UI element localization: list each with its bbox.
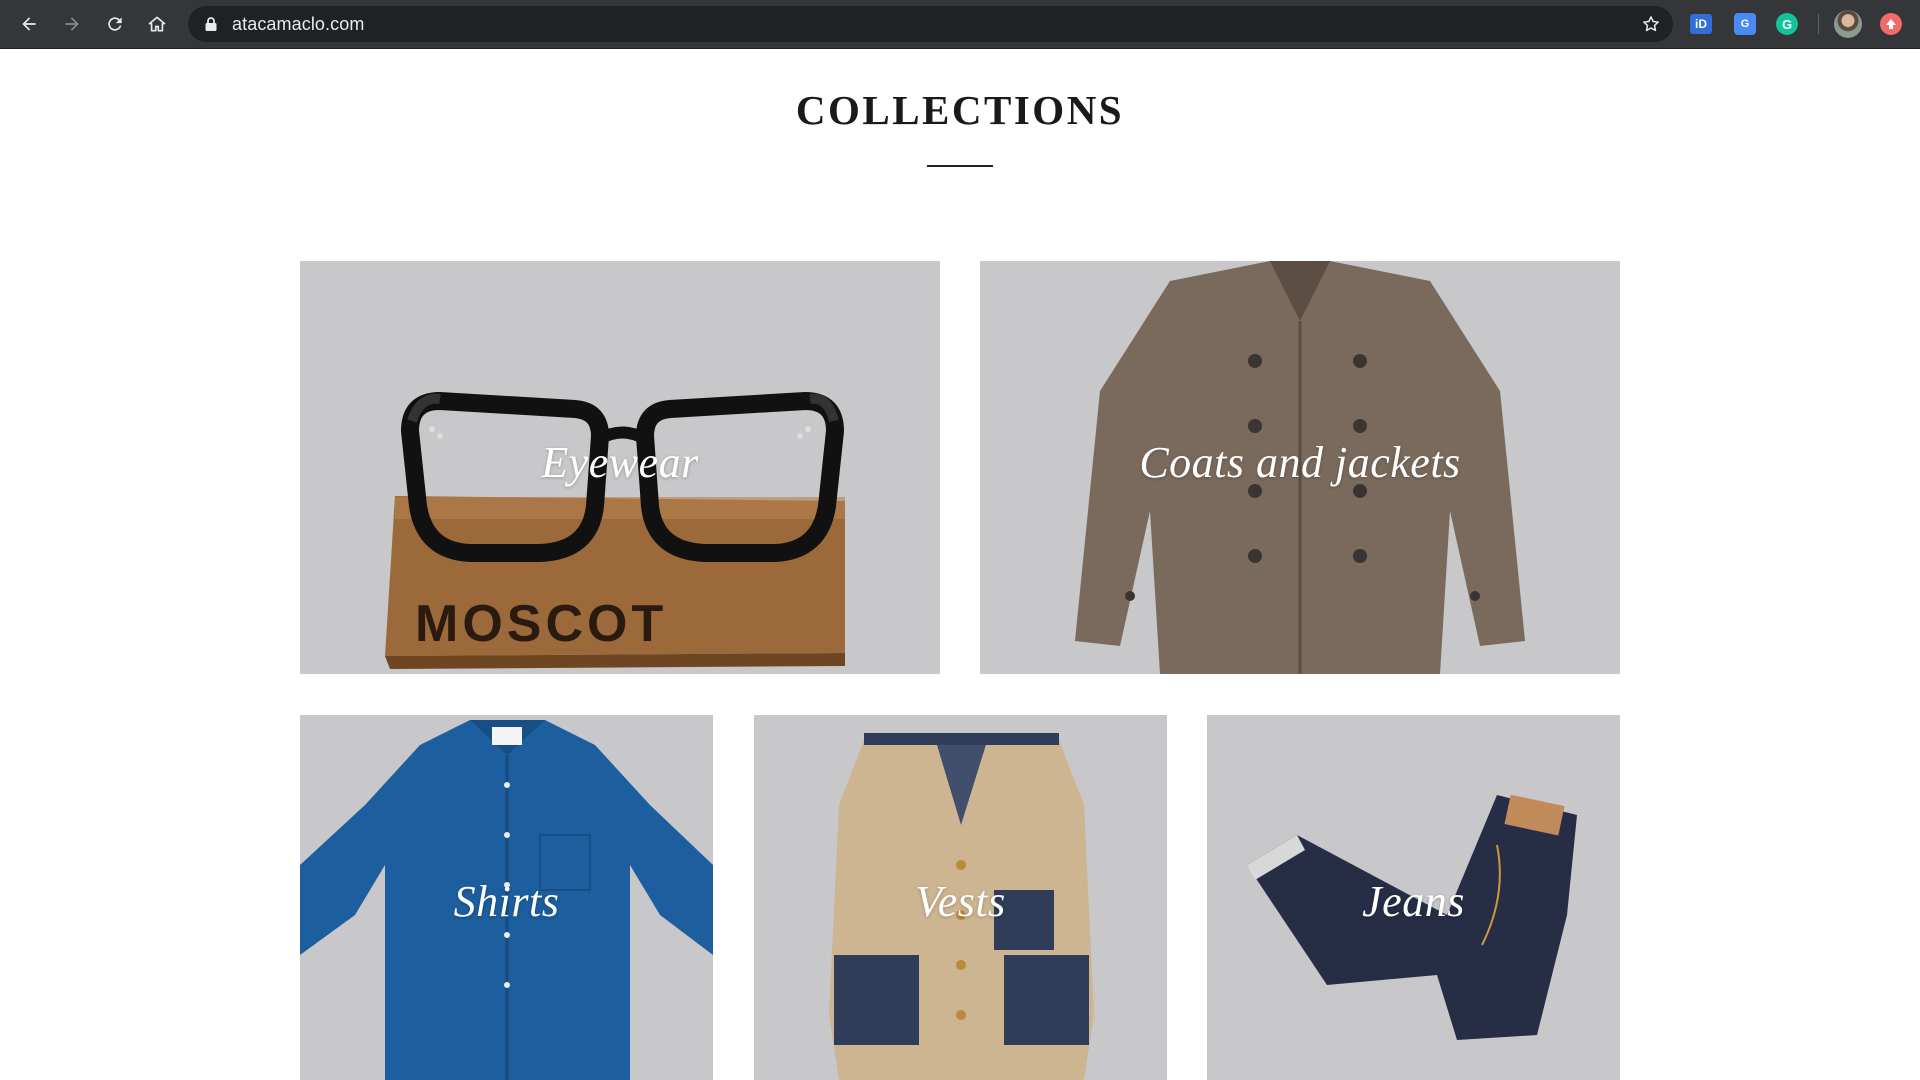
lock-icon	[205, 17, 217, 31]
reload-icon[interactable]	[100, 9, 130, 39]
toolbar-divider	[1818, 14, 1819, 34]
page-title: COLLECTIONS	[795, 87, 1125, 133]
collection-label: Eyewear	[541, 438, 699, 487]
profile-avatar[interactable]	[1834, 10, 1862, 38]
translate-extension-icon[interactable]: G	[1734, 13, 1756, 35]
id-extension-icon[interactable]: iD	[1690, 14, 1712, 34]
address-bar[interactable]: atacamaclo.com	[188, 6, 1673, 42]
forward-icon[interactable]	[57, 9, 87, 39]
red-extension-icon[interactable]	[1880, 13, 1902, 35]
collection-tile-eyewear[interactable]: MOSCOT Eyewear	[300, 261, 940, 674]
crate-brand-text: MOSCOT	[415, 595, 667, 653]
bookmark-star-icon[interactable]	[1641, 14, 1661, 34]
collection-tile-vests[interactable]: Vests	[754, 715, 1167, 1080]
collection-label: Coats and jackets	[1139, 438, 1461, 487]
collection-label: Vests	[915, 877, 1006, 926]
collection-tile-coats-and-jackets[interactable]: Coats and jackets	[980, 261, 1620, 674]
collection-tile-jeans[interactable]: Jeans	[1207, 715, 1620, 1080]
collection-tile-shirts[interactable]: Shirts	[300, 715, 713, 1080]
collection-label: Jeans	[1362, 877, 1465, 926]
grammarly-extension-icon[interactable]: G	[1776, 13, 1798, 35]
title-divider	[927, 165, 993, 167]
home-icon[interactable]	[142, 9, 172, 39]
collection-label: Shirts	[453, 877, 560, 926]
browser-toolbar: atacamaclo.com iD G G	[0, 0, 1920, 49]
url-text: atacamaclo.com	[232, 14, 365, 34]
back-icon[interactable]	[14, 9, 44, 39]
